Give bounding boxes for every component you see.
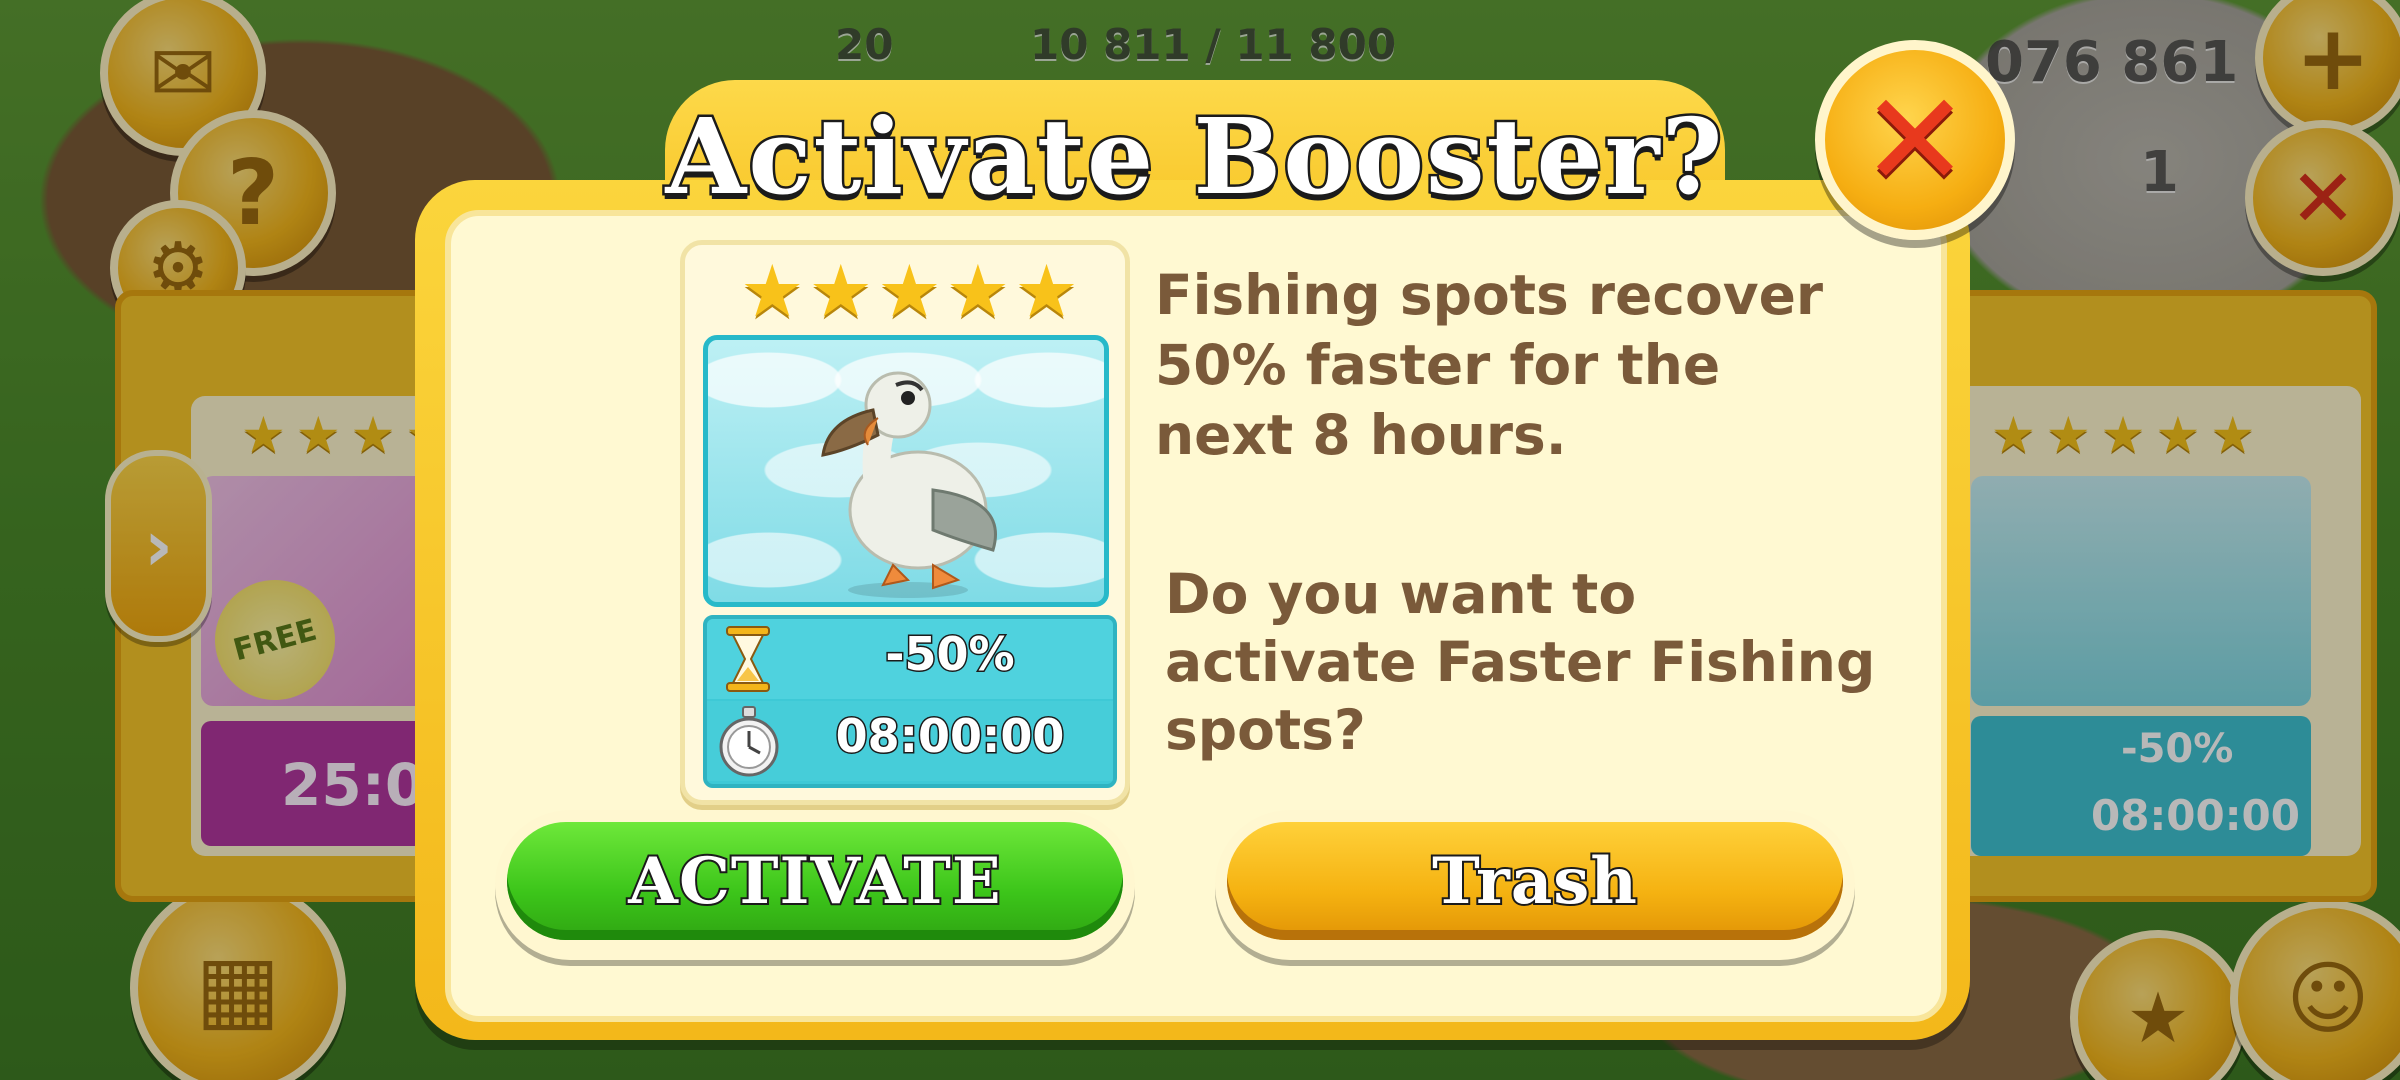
activate-booster-dialog: Activate Booster? ✕ ★ ★ ★ ★ ★ -50% 08:00… xyxy=(415,40,2015,1040)
dialog-title: Activate Booster? xyxy=(663,93,1725,221)
booster-image xyxy=(703,335,1109,607)
trash-button[interactable]: Trash xyxy=(1227,822,1843,940)
duration-value: 08:00:00 xyxy=(834,708,1066,765)
pelican-icon xyxy=(821,371,997,598)
reduction-value: -50% xyxy=(884,626,1016,683)
duration-row: 08:00:00 xyxy=(707,701,1113,781)
booster-stats: -50% 08:00:00 xyxy=(703,615,1117,788)
hourglass-icon xyxy=(726,626,770,692)
rating-stars: ★ ★ ★ ★ ★ xyxy=(740,255,1079,327)
close-button[interactable]: ✕ xyxy=(1815,40,2015,240)
star-icon: ★ xyxy=(945,249,1011,333)
close-icon: ✕ xyxy=(1860,64,1970,216)
star-icon: ★ xyxy=(740,249,805,333)
activation-question: Do you want to activate Faster Fishing s… xyxy=(1165,562,1876,762)
booster-description: Fishing spots recover 50% faster for the… xyxy=(1155,263,1824,467)
star-icon: ★ xyxy=(877,249,942,333)
star-icon: ★ xyxy=(808,249,874,333)
activate-button-label: ACTIVATE xyxy=(626,842,1002,921)
reduction-row: -50% xyxy=(707,619,1113,699)
booster-card: ★ ★ ★ ★ ★ -50% 08:00:00 xyxy=(680,240,1130,805)
stopwatch-icon xyxy=(719,706,779,777)
trash-button-label: Trash xyxy=(1430,842,1639,921)
activate-button[interactable]: ACTIVATE xyxy=(507,822,1123,940)
star-icon: ★ xyxy=(1014,249,1079,333)
